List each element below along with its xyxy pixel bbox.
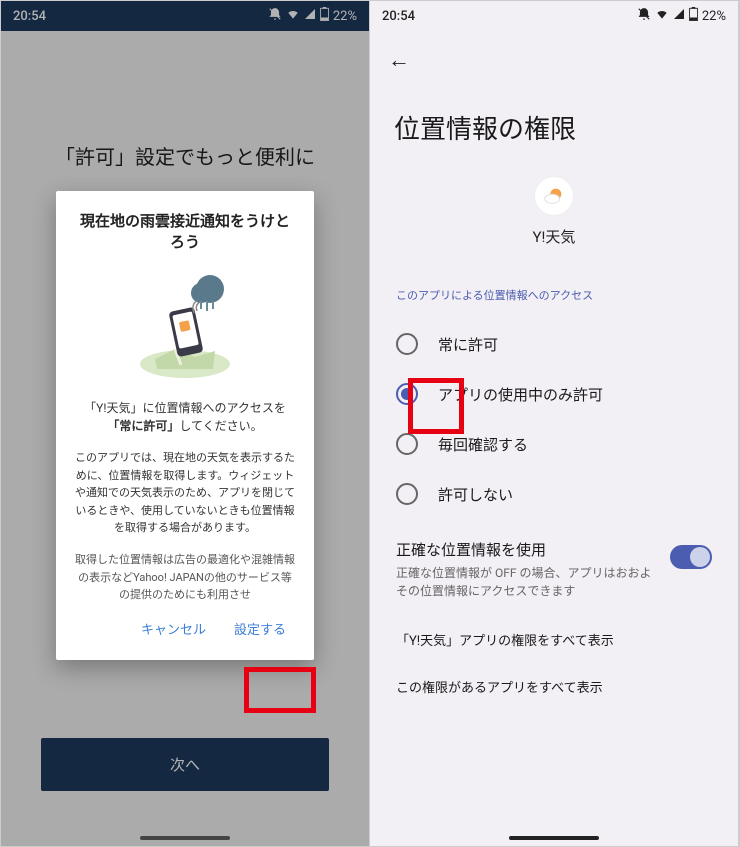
confirm-button[interactable]: 設定する	[224, 611, 296, 646]
radio-icon	[396, 333, 418, 355]
app-name: Y!天気	[533, 226, 576, 247]
app-icon	[534, 176, 574, 216]
dialog-footer-text: 取得した位置情報は広告の最適化や混雑情報の表示などYahoo! JAPANの他の…	[74, 551, 296, 601]
back-button[interactable]: ←	[370, 31, 738, 89]
status-icons: 22%	[637, 7, 726, 25]
page-title: 位置情報の権限	[370, 89, 738, 176]
radio-deny[interactable]: 許可しない	[396, 469, 712, 519]
app-info: Y!天気	[370, 176, 738, 247]
dialog-description: このアプリでは、現在地の天気を表示するために、位置情報を取得します。ウィジェット…	[74, 449, 296, 537]
dialog-instruction: 「Y!天気」に位置情報へのアクセスを 「常に許可」してください。	[74, 399, 296, 435]
highlight-box-radio	[408, 378, 464, 434]
section-label: このアプリによる位置情報へのアクセス	[370, 287, 738, 319]
radio-label: 許可しない	[438, 484, 513, 505]
cancel-button[interactable]: キャンセル	[131, 611, 216, 646]
status-time: 20:54	[382, 9, 415, 24]
highlight-box-confirm	[244, 667, 316, 713]
precise-location-toggle[interactable]	[670, 545, 712, 569]
nav-handle[interactable]	[509, 836, 599, 840]
arrow-left-icon: ←	[388, 48, 410, 73]
nav-handle[interactable]	[140, 836, 230, 840]
precise-location-row: 正確な位置情報を使用 正確な位置情報が OFF の場合、アプリはおおよその位置情…	[370, 519, 738, 616]
dialog-title: 現在地の雨雲接近通知をうけとろう	[74, 211, 296, 253]
dialog-illustration	[74, 269, 296, 379]
radio-icon	[396, 483, 418, 505]
radio-allow-always[interactable]: 常に許可	[396, 319, 712, 369]
battery-percent: 22%	[702, 9, 726, 24]
link-apps-with-permission[interactable]: この権限があるアプリをすべて表示	[370, 663, 738, 710]
link-all-permissions[interactable]: 「Y!天気」アプリの権限をすべて表示	[370, 616, 738, 663]
precise-title: 正確な位置情報を使用	[396, 539, 658, 560]
radio-label: 常に許可	[438, 334, 498, 355]
dialog-buttons: キャンセル 設定する	[74, 607, 296, 646]
battery-icon	[689, 7, 698, 25]
radio-label: 毎回確認する	[438, 434, 528, 455]
status-bar: 20:54 22%	[370, 1, 738, 31]
radio-icon	[396, 433, 418, 455]
do-not-disturb-icon	[637, 7, 651, 25]
permission-dialog: 現在地の雨雲接近通知をうけとろう	[56, 191, 314, 660]
phone-screenshot-left: 20:54 22% 「許可」設定でもっと便利に 次へ	[1, 1, 370, 846]
signal-icon	[673, 8, 685, 24]
precise-desc: 正確な位置情報が OFF の場合、アプリはおおよその位置情報にアクセスできます	[396, 564, 658, 600]
wifi-icon	[655, 7, 669, 25]
